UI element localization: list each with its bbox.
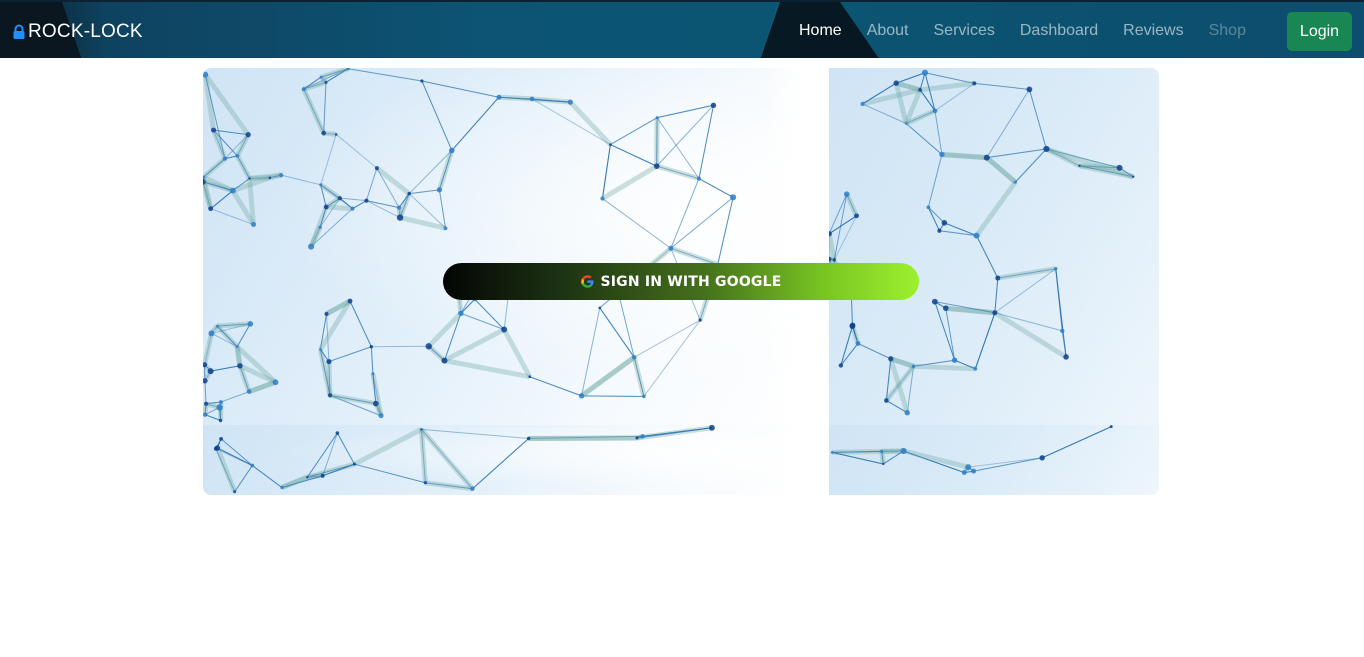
network-background-image-bottom-right [829, 425, 1159, 495]
nav-links: Home About Services Dashboard Reviews Sh… [786, 2, 1258, 58]
nav-dashboard-link[interactable]: Dashboard [1007, 2, 1110, 58]
nav-about-link[interactable]: About [854, 2, 921, 58]
lock-icon [13, 24, 25, 39]
brand-name: ROCK-LOCK [28, 21, 143, 42]
network-background-image [203, 68, 829, 425]
nav-reviews-link[interactable]: Reviews [1110, 2, 1195, 58]
nav-services-link[interactable]: Services [921, 2, 1007, 58]
login-button[interactable]: Login [1287, 12, 1352, 51]
brand-logo-link[interactable]: ROCK-LOCK [12, 20, 143, 44]
nav-shop-link: Shop [1208, 22, 1246, 39]
nav-home-link[interactable]: Home [786, 2, 854, 58]
google-icon [581, 275, 594, 288]
network-background-image-bottom [203, 425, 829, 495]
navbar: ROCK-LOCK Home About Services Dashboard … [0, 0, 1364, 58]
google-signin-label: SIGN IN WITH GOOGLE [600, 273, 782, 290]
network-background-image-right [829, 68, 1159, 425]
google-signin-button[interactable]: SIGN IN WITH GOOGLE [443, 263, 919, 300]
